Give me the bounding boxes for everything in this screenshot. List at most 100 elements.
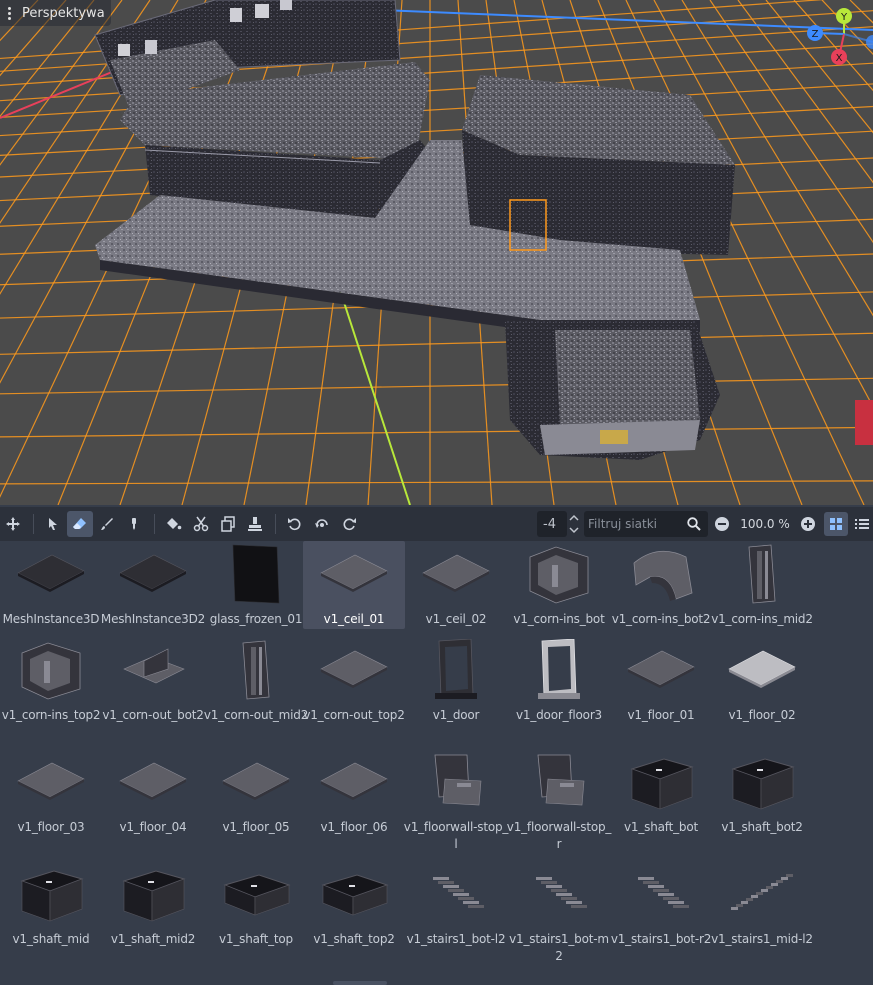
mesh-item[interactable]: v1_shaft_mid [0,861,102,949]
mesh-thumbnail [0,639,102,701]
viewport-mode-label[interactable]: Perspektywa [22,6,105,21]
mesh-item[interactable]: v1_floor_05 [205,749,307,837]
minus-circle-icon [715,517,729,531]
mesh-item[interactable]: v1_corn-ins_bot [508,541,610,629]
mesh-filter-input[interactable] [584,516,686,532]
mesh-thumbnail [102,543,204,605]
grid-view-icon [830,518,842,530]
3d-viewport[interactable]: Perspektywa Y Z X [0,0,873,505]
gizmo-z-label: Z [812,29,819,40]
transform-icon[interactable] [0,511,26,537]
zoom-out-button[interactable] [710,512,734,536]
mesh-item[interactable]: v1_floor_03 [0,749,102,837]
zoom-level: 100.0 % [740,517,790,531]
mesh-name-label: glass_frozen_01 [209,612,303,626]
mesh-item[interactable]: v1_shaft_bot [610,749,712,837]
erase-icon[interactable] [67,511,93,537]
menu-dots-icon[interactable] [8,6,12,20]
mesh-name-label: v1_corn-ins_bot [513,612,605,626]
mesh-item[interactable]: v1_stairs1_bot-l2 [405,861,507,949]
mesh-filter-field[interactable] [584,511,708,537]
mesh-thumbnail [610,543,712,605]
mesh-item[interactable]: v1_floor_01 [610,637,712,725]
mesh-thumbnail [303,543,405,605]
grid-view-button[interactable] [824,512,848,536]
mesh-item[interactable]: v1_door_floor3 [508,637,610,725]
lower-room [505,320,720,460]
mesh-thumbnail [0,543,102,605]
spin-arrows-icon[interactable] [567,511,581,537]
right-block [462,75,735,255]
pick-icon[interactable] [121,511,147,537]
fill-icon[interactable] [161,511,187,537]
mesh-name-label: v1_floor_01 [627,708,695,722]
mesh-thumbnail [205,863,307,925]
plus-circle-icon [801,517,815,531]
duplicate-icon[interactable] [215,511,241,537]
mesh-item[interactable]: v1_floor_02 [711,637,813,725]
mesh-thumbnail [102,639,204,701]
mesh-item[interactable]: v1_stairs1_bot-m2 [508,861,610,963]
mesh-item[interactable]: v1_floor_06 [303,749,405,837]
mesh-item[interactable]: v1_stairs1_mid-l2 [711,861,813,949]
paint-icon[interactable] [94,511,120,537]
mesh-item[interactable]: v1_ceil_02 [405,541,507,629]
mesh-thumbnail [711,751,813,813]
mesh-name-label: v1_floor_05 [222,820,290,834]
mesh-name-label: v1_door [432,708,480,722]
mesh-item[interactable]: v1_floorwall-stop_r [507,749,611,851]
viewport-menu[interactable]: Perspektywa [0,0,111,26]
mesh-item[interactable]: MeshInstance3D2 [101,541,205,629]
mesh-name-label: v1_corn-ins_mid2 [711,612,813,626]
rotate-icon[interactable] [309,511,335,537]
floor-level-spinbox[interactable]: -4 [537,511,585,537]
mesh-item[interactable]: v1_floorwall-stop_l [404,749,508,851]
mesh-item[interactable]: v1_floor_04 [102,749,204,837]
mesh-thumbnail [405,751,507,813]
mesh-name-label: v1_shaft_bot2 [721,820,803,834]
rotate-right-icon[interactable] [336,511,362,537]
zoom-in-button[interactable] [796,512,820,536]
mesh-item[interactable]: v1_ceil_01 [303,541,405,629]
mesh-thumbnail [711,863,813,925]
mesh-thumbnail [102,751,204,813]
mesh-item[interactable]: v1_shaft_bot2 [711,749,813,837]
mesh-thumbnail [205,639,307,701]
orientation-gizmo[interactable]: Y Z X [800,0,873,72]
mesh-item[interactable]: v1_shaft_top2 [303,861,405,949]
mesh-item[interactable]: v1_stairs1_bot-r2 [610,861,712,949]
mesh-thumbnail [610,639,712,701]
mesh-name-label: v1_corn-ins_bot2 [611,612,711,626]
place-icon[interactable] [242,511,268,537]
mesh-thumbnail [508,543,610,605]
mesh-item[interactable]: v1_corn-out_bot2 [102,637,204,725]
gizmo-x-label: X [836,53,843,64]
mesh-item[interactable]: v1_corn-out_mid2 [204,637,308,725]
mesh-name-label: v1_shaft_top2 [313,932,395,946]
mesh-item[interactable]: v1_corn-out_top2 [303,637,405,725]
mesh-item[interactable]: v1_shaft_mid2 [102,861,204,949]
mesh-name-label: v1_floor_06 [320,820,388,834]
mesh-thumbnail [405,639,507,701]
mesh-name-label: v1_stairs1_bot-r2 [610,932,712,946]
rotate-left-icon[interactable] [282,511,308,537]
mesh-thumbnail [0,751,102,813]
floor-level-value[interactable]: -4 [537,511,567,537]
mesh-item[interactable]: v1_corn-ins_top2 [0,637,102,725]
mesh-item[interactable]: v1_corn-ins_mid2 [711,541,813,629]
select-icon[interactable] [40,511,66,537]
mesh-item[interactable]: v1_corn-ins_bot2 [610,541,712,629]
mesh-item[interactable]: MeshInstance3D [0,541,102,629]
mesh-item[interactable]: v1_shaft_top [205,861,307,949]
mesh-name-label: v1_shaft_mid [12,932,90,946]
gizmo-y-label: Y [840,12,848,23]
scene-render[interactable] [0,0,873,505]
cut-icon[interactable] [188,511,214,537]
mesh-thumbnail [610,751,712,813]
mesh-name-label: v1_shaft_top [219,932,293,946]
mesh-item[interactable]: v1_door [405,637,507,725]
search-icon [687,517,701,531]
scrollbar-grip[interactable] [333,981,387,985]
list-view-button[interactable] [850,512,873,536]
mesh-item[interactable]: glass_frozen_01 [205,541,307,629]
